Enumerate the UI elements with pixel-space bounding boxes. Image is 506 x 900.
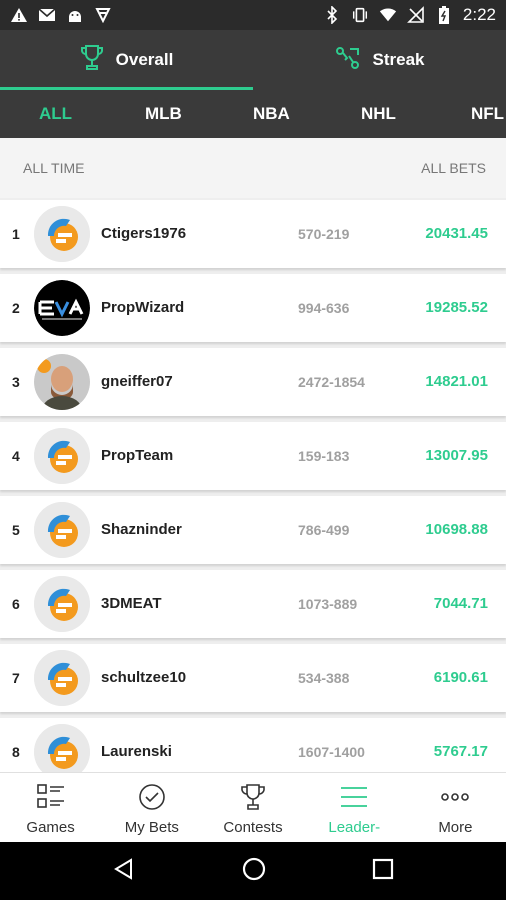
main-tabs: Overall Streak <box>0 30 506 90</box>
avatar <box>34 206 90 262</box>
warning-icon <box>10 6 28 24</box>
leaderboard-list[interactable]: 1 Ctigers1976 570-219 20431.45 2 PropWizard 99… <box>0 200 506 772</box>
win-loss-record: 786-499 <box>298 522 350 538</box>
nav-label: Games <box>26 819 75 836</box>
more-dots-icon <box>440 783 470 819</box>
win-loss-record: 570-219 <box>298 226 350 242</box>
username: PropTeam <box>101 447 174 464</box>
avatar <box>34 280 90 336</box>
bluetooth-icon <box>323 6 341 24</box>
win-loss-record: 1607-1400 <box>298 744 365 760</box>
app-header: Overall Streak ALL MLB NBA NHL NFL <box>0 30 506 138</box>
list-icon <box>339 783 369 819</box>
rank: 4 <box>12 448 20 464</box>
leaderboard-row[interactable]: 8 Laurenski 1607-1400 5767.17 <box>0 718 506 772</box>
tab-nba[interactable]: NBA <box>253 104 290 124</box>
status-bar: 2:22 <box>0 0 506 30</box>
winnings-amount: 14821.01 <box>425 373 488 390</box>
tab-label: Overall <box>115 50 174 69</box>
bet-filter[interactable]: ALL BETS <box>421 160 486 176</box>
winnings-amount: 6190.61 <box>433 669 488 686</box>
rank: 6 <box>12 596 20 612</box>
avatar <box>34 576 90 632</box>
winnings-amount: 19285.52 <box>425 299 488 316</box>
rank: 2 <box>12 300 20 316</box>
username: gneiffer07 <box>101 373 173 390</box>
username: Laurenski <box>101 743 172 760</box>
recents-icon[interactable] <box>372 858 394 885</box>
list-header: ALL TIME ALL BETS <box>0 138 506 198</box>
avatar <box>34 650 90 706</box>
games-icon <box>36 783 66 819</box>
avatar <box>34 354 90 410</box>
nav-label: My Bets <box>124 819 179 836</box>
avatar <box>34 724 90 772</box>
back-icon[interactable] <box>112 857 136 886</box>
nav-label: More <box>438 819 473 836</box>
signal-off-icon <box>406 6 425 24</box>
leaderboard-row[interactable]: 3 gneiffer07 2472-1854 14821.01 <box>0 348 506 416</box>
nav-my-bets[interactable]: My Bets <box>101 773 202 842</box>
win-loss-record: 159-183 <box>298 448 350 464</box>
time-filter[interactable]: ALL TIME <box>23 160 84 176</box>
rank: 7 <box>12 670 20 686</box>
tab-nhl[interactable]: NHL <box>361 104 396 124</box>
app-notification-icon <box>94 6 112 24</box>
username: schultzee10 <box>101 669 187 686</box>
android-icon <box>66 6 84 24</box>
trophy-icon <box>238 783 268 819</box>
avatar <box>34 502 90 558</box>
username: PropWizard <box>101 299 185 316</box>
rank: 5 <box>12 522 20 538</box>
win-loss-record: 534-388 <box>298 670 350 686</box>
tab-label: Streak <box>372 50 425 69</box>
leaderboard-row[interactable]: 6 3DMEAT 1073-889 7044.71 <box>0 570 506 638</box>
streak-icon <box>335 46 361 75</box>
bottom-nav: Games My Bets Contests Leader- More <box>0 772 506 842</box>
username: Shazninder <box>101 521 182 538</box>
check-circle-icon <box>137 783 167 819</box>
nav-more[interactable]: More <box>405 773 506 842</box>
wifi-icon <box>379 6 397 24</box>
winnings-amount: 13007.95 <box>425 447 488 464</box>
trophy-icon <box>80 44 104 77</box>
gmail-icon <box>38 6 56 24</box>
leaderboard-row[interactable]: 7 schultzee10 534-388 6190.61 <box>0 644 506 712</box>
winnings-amount: 10698.88 <box>425 521 488 538</box>
rank: 3 <box>12 374 20 390</box>
sport-tabs: ALL MLB NBA NHL NFL <box>0 90 506 138</box>
tab-nfl[interactable]: NFL <box>471 104 504 124</box>
leaderboard-row[interactable]: 4 PropTeam 159-183 13007.95 <box>0 422 506 490</box>
tab-streak[interactable]: Streak <box>253 30 506 90</box>
nav-contests[interactable]: Contests <box>202 773 303 842</box>
rank: 8 <box>12 744 20 760</box>
leaderboard-row[interactable]: 1 Ctigers1976 570-219 20431.45 <box>0 200 506 268</box>
winnings-amount: 20431.45 <box>425 225 488 242</box>
tab-mlb[interactable]: MLB <box>145 104 182 124</box>
nav-leaderboard[interactable]: Leader- <box>304 773 405 842</box>
winnings-amount: 7044.71 <box>433 595 488 612</box>
home-icon[interactable] <box>241 856 267 887</box>
leaderboard-row[interactable]: 2 PropWizard 994-636 19285.52 <box>0 274 506 342</box>
winnings-amount: 5767.17 <box>433 743 488 760</box>
nav-label: Contests <box>223 819 283 836</box>
system-nav-bar <box>0 842 506 900</box>
leaderboard-row[interactable]: 5 Shazninder 786-499 10698.88 <box>0 496 506 564</box>
nav-label: Leader- <box>328 819 381 836</box>
username: Ctigers1976 <box>101 225 187 242</box>
avatar <box>34 428 90 484</box>
win-loss-record: 1073-889 <box>298 596 358 612</box>
win-loss-record: 2472-1854 <box>298 374 365 390</box>
vibrate-icon <box>351 6 369 24</box>
tab-all[interactable]: ALL <box>39 104 72 124</box>
win-loss-record: 994-636 <box>298 300 350 316</box>
rank: 1 <box>12 226 20 242</box>
clock: 2:22 <box>462 5 496 24</box>
nav-games[interactable]: Games <box>0 773 101 842</box>
username: 3DMEAT <box>101 595 162 612</box>
tab-overall[interactable]: Overall <box>0 30 253 90</box>
battery-icon <box>435 6 453 24</box>
